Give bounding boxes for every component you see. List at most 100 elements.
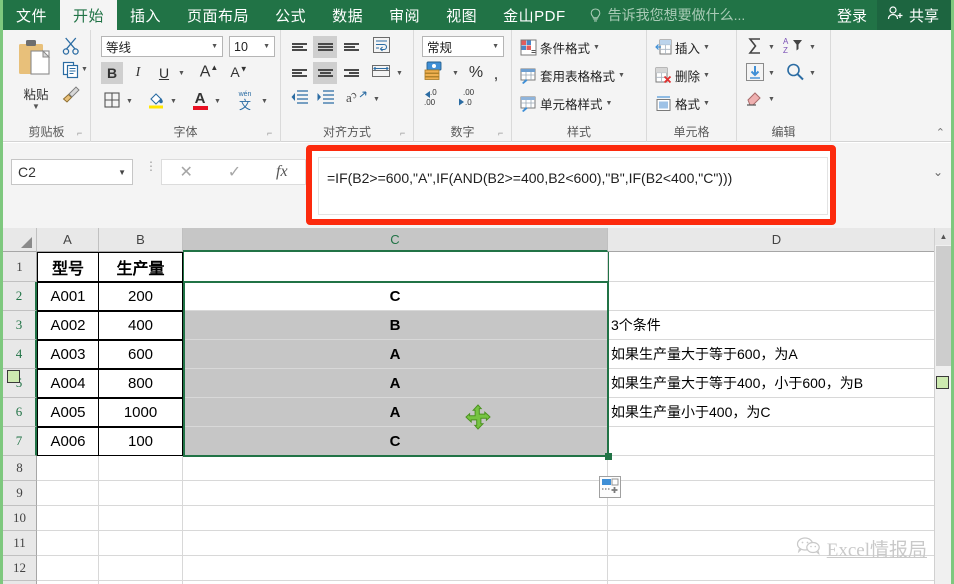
- insert-cells-button[interactable]: 插入 ▼: [655, 38, 710, 57]
- cancel-x-icon[interactable]: ✕: [179, 162, 192, 182]
- cell-c10[interactable]: [183, 506, 608, 531]
- ribbon-tab-insert[interactable]: 插入: [117, 0, 174, 30]
- cell-d9[interactable]: [608, 481, 946, 506]
- cell-c1[interactable]: [183, 252, 608, 282]
- cell-b11[interactable]: [98, 531, 183, 556]
- row-header-6[interactable]: 6: [3, 398, 37, 427]
- underline-button[interactable]: U: [153, 62, 175, 84]
- underline-dropdown-caret[interactable]: ▼: [178, 70, 185, 77]
- alignment-dialog-launcher[interactable]: ⌐: [400, 129, 409, 138]
- ribbon-tab-home[interactable]: 开始: [60, 0, 118, 30]
- cell-b9[interactable]: [98, 481, 183, 506]
- cell-c9[interactable]: [183, 481, 608, 506]
- fx-icon[interactable]: fx: [276, 163, 288, 181]
- cell-c8[interactable]: [183, 456, 608, 481]
- percent-style-button[interactable]: %: [466, 62, 486, 84]
- cell-a9[interactable]: [37, 481, 99, 506]
- fill-color-button[interactable]: [145, 90, 167, 112]
- increase-font-size-button[interactable]: A▲: [197, 60, 221, 84]
- cell-c3[interactable]: B: [183, 311, 608, 340]
- paste-dropdown-caret[interactable]: ▼: [13, 103, 59, 111]
- increase-indent-button[interactable]: [313, 88, 337, 110]
- column-header-d[interactable]: D: [608, 228, 946, 252]
- align-right-button[interactable]: [339, 62, 363, 84]
- cell-c5[interactable]: A: [183, 369, 608, 398]
- ribbon-tab-data[interactable]: 数据: [319, 0, 376, 30]
- find-and-select-button[interactable]: [785, 62, 805, 87]
- chevron-up-icon[interactable]: ⌃: [936, 126, 945, 139]
- align-center-button[interactable]: [313, 62, 337, 84]
- cell-b7[interactable]: 100: [98, 427, 183, 456]
- row-header-12[interactable]: 12: [3, 556, 37, 581]
- cell-d4[interactable]: 如果生产量大于等于600，为A: [608, 340, 946, 369]
- orientation-dropdown-caret[interactable]: ▼: [373, 96, 380, 103]
- ribbon-tab-page-layout[interactable]: 页面布局: [174, 0, 262, 30]
- cell-a1[interactable]: 型号: [37, 252, 99, 282]
- scroll-up-arrow-icon[interactable]: ▲: [935, 228, 951, 245]
- cell-a3[interactable]: A002: [37, 311, 99, 340]
- cell-d1[interactable]: [608, 252, 946, 282]
- cell-a8[interactable]: [37, 456, 99, 481]
- row-header-10[interactable]: 10: [3, 506, 37, 531]
- decrease-decimal-button[interactable]: .00 .0: [456, 88, 484, 110]
- cell-c12[interactable]: [183, 556, 608, 581]
- merge-and-center-button[interactable]: [369, 62, 393, 84]
- formula-input[interactable]: =IF(B2>=600,"A",IF(AND(B2>=400,B2<600),"…: [318, 157, 828, 215]
- row-header-2[interactable]: 2: [3, 282, 37, 311]
- row-header-7[interactable]: 7: [3, 427, 37, 456]
- cell-d2[interactable]: [608, 282, 946, 311]
- column-header-b[interactable]: B: [99, 228, 183, 252]
- cell-b8[interactable]: [98, 456, 183, 481]
- format-as-table-button[interactable]: 套用表格格式 ▼: [520, 66, 625, 85]
- autosum-button[interactable]: [745, 36, 765, 61]
- accounting-dropdown-caret[interactable]: ▼: [452, 70, 459, 77]
- scrollbar-thumb[interactable]: [936, 246, 951, 366]
- cell-a6[interactable]: A005: [37, 398, 99, 427]
- cell-c2[interactable]: C: [183, 282, 608, 311]
- ribbon-tab-kingsoft-pdf[interactable]: 金山PDF: [490, 0, 579, 30]
- cell-d7[interactable]: [608, 427, 946, 456]
- fill-dropdown-caret[interactable]: ▼: [768, 70, 775, 77]
- clear-button[interactable]: [745, 88, 765, 111]
- cell-a2[interactable]: A001: [37, 282, 99, 311]
- cell-b3[interactable]: 400: [98, 311, 183, 340]
- autosum-dropdown-caret[interactable]: ▼: [768, 44, 775, 51]
- format-painter-button[interactable]: [61, 84, 83, 106]
- tell-me-box[interactable]: 告诉我您想要做什么...: [579, 0, 756, 30]
- phonetic-guide-button[interactable]: wén 文: [233, 88, 257, 114]
- accounting-format-button[interactable]: [422, 61, 448, 84]
- ribbon-tab-file[interactable]: 文件: [3, 0, 60, 30]
- wrap-text-button[interactable]: [369, 36, 393, 58]
- ribbon-tab-formulas[interactable]: 公式: [262, 0, 319, 30]
- row-header-4[interactable]: 4: [3, 340, 37, 369]
- cell-d6[interactable]: 如果生产量小于400，为C: [608, 398, 946, 427]
- fill-handle[interactable]: [605, 453, 612, 460]
- conditional-formatting-button[interactable]: 条件格式 ▼: [520, 38, 600, 57]
- sort-and-filter-button[interactable]: A Z: [783, 36, 805, 61]
- font-size-combobox[interactable]: 10 ▼: [229, 36, 275, 57]
- delete-cells-button[interactable]: 删除 ▼: [655, 66, 710, 85]
- phonetic-dropdown-caret[interactable]: ▼: [261, 98, 268, 105]
- cell-b5[interactable]: 800: [98, 369, 183, 398]
- cell-d8[interactable]: [608, 456, 946, 481]
- confirm-check-icon[interactable]: ✓: [228, 162, 241, 182]
- find-dropdown-caret[interactable]: ▼: [809, 70, 816, 77]
- cell-a12[interactable]: [37, 556, 99, 581]
- cell-a7[interactable]: A006: [37, 427, 99, 456]
- vertical-scrollbar[interactable]: ▲: [934, 228, 951, 584]
- align-middle-button[interactable]: [313, 36, 337, 58]
- font-family-combobox[interactable]: 等线 ▼: [101, 36, 223, 57]
- number-format-combobox[interactable]: 常规 ▼: [422, 36, 504, 57]
- number-dialog-launcher[interactable]: ⌐: [498, 129, 507, 138]
- sign-in-button[interactable]: 登录: [827, 0, 877, 30]
- align-top-button[interactable]: [287, 36, 311, 58]
- font-dialog-launcher[interactable]: ⌐: [267, 129, 276, 138]
- autofill-options-button[interactable]: [599, 476, 621, 498]
- decrease-indent-button[interactable]: [287, 88, 311, 110]
- ribbon-tab-review[interactable]: 审阅: [376, 0, 433, 30]
- cell-c4[interactable]: A: [183, 340, 608, 369]
- fill-color-dropdown-caret[interactable]: ▼: [170, 98, 177, 105]
- row-header-11[interactable]: 11: [3, 531, 37, 556]
- cell-a10[interactable]: [37, 506, 99, 531]
- clear-dropdown-caret[interactable]: ▼: [768, 96, 775, 103]
